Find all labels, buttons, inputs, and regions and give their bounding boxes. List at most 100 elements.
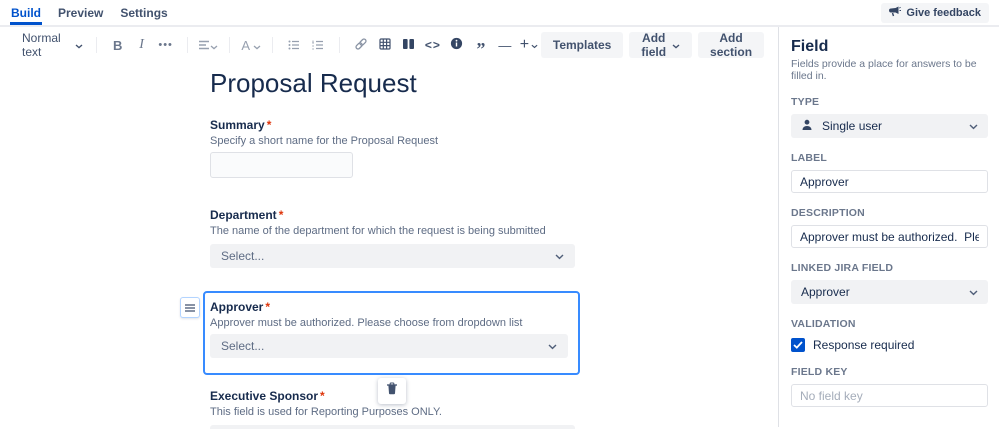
divider-icon: — bbox=[498, 37, 512, 53]
label-input[interactable] bbox=[791, 170, 988, 193]
more-formatting-icon: ••• bbox=[158, 39, 173, 51]
description-input[interactable] bbox=[791, 225, 988, 248]
plus-icon: + bbox=[519, 36, 530, 53]
single-user-icon bbox=[801, 119, 813, 134]
chevron-down-icon bbox=[253, 38, 261, 53]
form-field-department[interactable]: Department * The name of the department f… bbox=[210, 208, 575, 268]
field-description: This field is used for Reporting Purpose… bbox=[210, 406, 442, 418]
table-button[interactable] bbox=[375, 34, 395, 56]
text-align-button[interactable] bbox=[198, 34, 218, 56]
give-feedback-label: Give feedback bbox=[906, 7, 981, 19]
tab-settings[interactable]: Settings bbox=[119, 0, 168, 25]
bold-button[interactable]: B bbox=[108, 34, 128, 56]
templates-label: Templates bbox=[552, 38, 612, 52]
add-section-label: Add section bbox=[710, 31, 753, 59]
chevron-down-icon bbox=[672, 38, 680, 52]
layout-button[interactable] bbox=[399, 34, 419, 56]
field-key-input[interactable] bbox=[791, 384, 988, 407]
info-panel-button[interactable] bbox=[447, 34, 467, 56]
chevron-down-icon bbox=[531, 36, 538, 54]
templates-button[interactable]: Templates bbox=[540, 32, 624, 58]
add-field-label: Add field bbox=[641, 31, 667, 59]
insert-more-button[interactable]: + bbox=[519, 34, 539, 56]
megaphone-icon bbox=[889, 6, 902, 20]
toolbar-divider bbox=[229, 37, 231, 53]
field-properties-panel: Field Fields provide a place for answers… bbox=[778, 27, 999, 427]
drag-handle-icon bbox=[185, 301, 195, 315]
field-description: Approver must be authorized. Please choo… bbox=[210, 317, 523, 329]
add-section-button[interactable]: Add section bbox=[698, 31, 765, 59]
summary-text-input[interactable] bbox=[210, 152, 353, 178]
field-description: Specify a short name for the Proposal Re… bbox=[210, 135, 439, 147]
panel-subtitle: Fields provide a place for answers to be… bbox=[791, 58, 977, 82]
validation-section-label: VALIDATION bbox=[791, 318, 856, 330]
italic-icon: I bbox=[139, 37, 144, 52]
field-label: Department * bbox=[210, 208, 284, 222]
select-placeholder: Select... bbox=[221, 249, 265, 263]
trash-icon bbox=[386, 382, 398, 400]
link-icon bbox=[354, 37, 368, 54]
linked-jira-field-dropdown[interactable]: Approver bbox=[791, 280, 988, 304]
required-marker: * bbox=[278, 208, 284, 222]
drag-handle[interactable] bbox=[180, 297, 200, 318]
toolbar-divider bbox=[95, 37, 97, 53]
numbered-list-button[interactable] bbox=[308, 34, 328, 56]
response-required-row: Response required bbox=[791, 338, 988, 352]
linked-jira-field-value: Approver bbox=[801, 285, 850, 299]
tab-preview-label: Preview bbox=[58, 5, 104, 20]
chevron-down-icon bbox=[75, 38, 83, 52]
tab-build[interactable]: Build bbox=[10, 0, 42, 25]
field-key-section-label: FIELD KEY bbox=[791, 366, 848, 378]
tab-settings-label: Settings bbox=[120, 5, 168, 20]
quote-button[interactable]: ” bbox=[471, 34, 491, 59]
text-style-value: Normal text bbox=[22, 31, 61, 59]
toolbar-divider bbox=[186, 37, 188, 53]
numbered-list-icon bbox=[312, 38, 324, 53]
give-feedback-button[interactable]: Give feedback bbox=[881, 3, 989, 23]
bold-icon: B bbox=[112, 37, 123, 53]
label-section-label: LABEL bbox=[791, 152, 827, 164]
quote-icon: ” bbox=[476, 39, 486, 59]
executive-sponsor-select[interactable]: Select... bbox=[210, 425, 575, 429]
description-section-label: DESCRIPTION bbox=[791, 207, 865, 219]
text-align-icon bbox=[198, 38, 210, 53]
chevron-down-icon bbox=[969, 285, 978, 299]
editor-toolbar: Normal text B I ••• A <> ” — + Templates… bbox=[0, 30, 778, 60]
toolbar-divider bbox=[339, 37, 340, 53]
form-canvas: Proposal Request Summary * Specify a shor… bbox=[0, 68, 778, 429]
approver-select[interactable]: Select... bbox=[210, 334, 568, 358]
chevron-down-icon bbox=[210, 38, 218, 53]
response-required-label: Response required bbox=[813, 338, 915, 352]
type-section-label: TYPE bbox=[791, 96, 820, 108]
linked-jira-field-section-label: LINKED JIRA FIELD bbox=[791, 262, 894, 274]
bullet-list-button[interactable] bbox=[284, 34, 304, 56]
form-field-summary[interactable]: Summary * Specify a short name for the Pr… bbox=[210, 118, 575, 178]
tab-preview[interactable]: Preview bbox=[57, 0, 104, 25]
tab-build-label: Build bbox=[11, 5, 41, 20]
required-marker: * bbox=[266, 118, 272, 132]
italic-button[interactable]: I bbox=[132, 34, 152, 56]
required-marker: * bbox=[265, 300, 271, 314]
form-title[interactable]: Proposal Request bbox=[210, 68, 778, 98]
text-color-button[interactable]: A bbox=[241, 34, 261, 56]
department-select[interactable]: Select... bbox=[210, 244, 575, 268]
select-placeholder: Select... bbox=[221, 339, 265, 353]
form-field-approver-selected[interactable]: Approver * Approver must be authorized. P… bbox=[180, 291, 580, 404]
toolbar-actions: Templates Add field Add section bbox=[540, 31, 765, 59]
response-required-checkbox[interactable] bbox=[791, 338, 805, 352]
code-block-button[interactable]: <> bbox=[423, 34, 443, 56]
delete-field-button[interactable] bbox=[377, 378, 406, 404]
add-field-button[interactable]: Add field bbox=[629, 31, 693, 59]
type-dropdown[interactable]: Single user bbox=[791, 114, 988, 138]
field-description: The name of the department for which the… bbox=[210, 225, 546, 237]
form-builder-page: Build Preview Settings Give feedback Nor… bbox=[0, 0, 999, 429]
link-button[interactable] bbox=[351, 34, 371, 56]
more-formatting-button[interactable]: ••• bbox=[156, 34, 176, 56]
top-tab-bar: Build Preview Settings Give feedback bbox=[0, 0, 999, 27]
form-editor: Normal text B I ••• A <> ” — + Templates… bbox=[0, 27, 778, 429]
chevron-down-icon bbox=[969, 119, 978, 133]
bullet-list-icon bbox=[288, 38, 300, 53]
text-style-dropdown[interactable]: Normal text bbox=[18, 29, 87, 61]
info-icon bbox=[450, 37, 463, 53]
divider-button[interactable]: — bbox=[495, 34, 515, 56]
